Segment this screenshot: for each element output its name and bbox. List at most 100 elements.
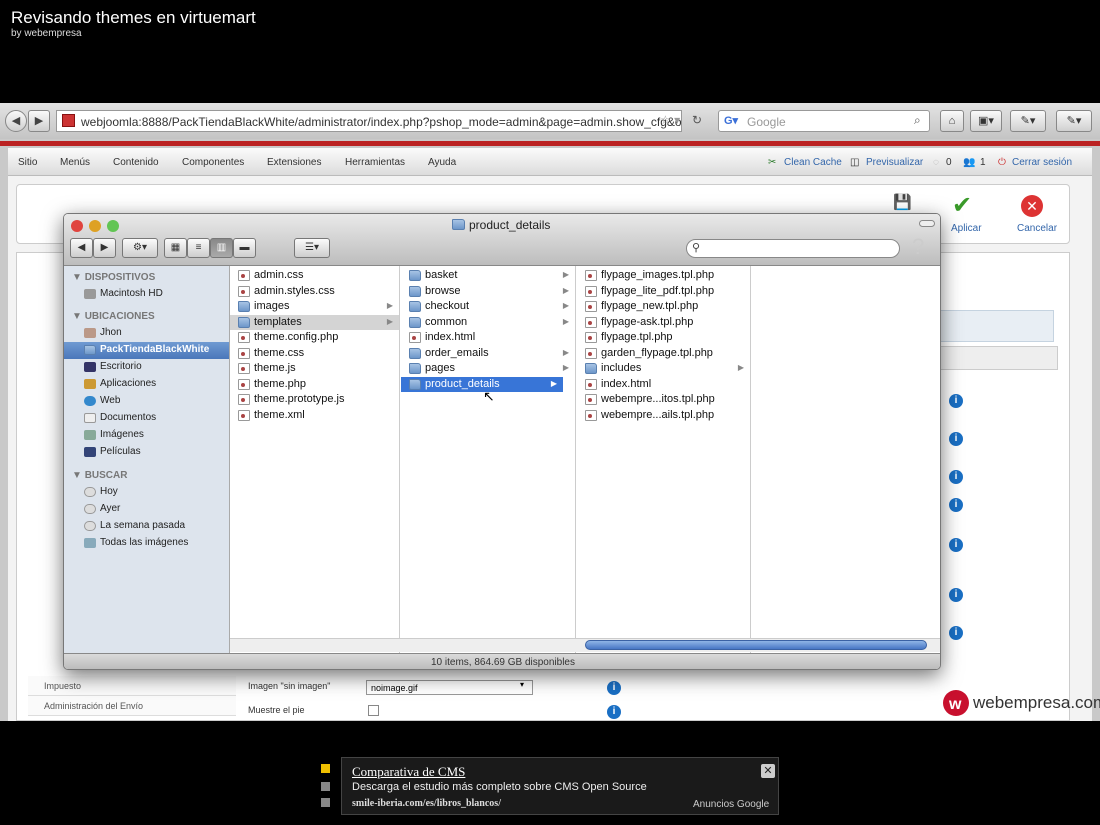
file-item[interactable]: webempre...ails.tpl.php bbox=[577, 408, 750, 424]
ad-title[interactable]: Comparativa de CMS bbox=[352, 764, 465, 780]
home-icon[interactable]: ⌂ bbox=[940, 110, 964, 132]
logout-link[interactable]: Cerrar sesión bbox=[1012, 157, 1072, 168]
file-item[interactable]: flypage-ask.tpl.php bbox=[577, 315, 750, 331]
zoom-icon[interactable] bbox=[107, 220, 119, 232]
preview-link[interactable]: Previsualizar bbox=[866, 157, 923, 168]
sidebar-item-aplicaciones[interactable]: Aplicaciones bbox=[64, 376, 229, 393]
info-icon[interactable]: i bbox=[949, 538, 963, 552]
info-icon[interactable]: i bbox=[949, 588, 963, 602]
back-icon[interactable]: ◀ bbox=[5, 110, 27, 132]
addon-icon[interactable]: ✎▾ bbox=[1010, 110, 1046, 132]
sidebar-item-documentos[interactable]: Documentos bbox=[64, 410, 229, 427]
screenshot-icon[interactable]: ▣▾ bbox=[970, 110, 1002, 132]
file-item[interactable]: index.html bbox=[577, 377, 750, 393]
info-icon[interactable]: i bbox=[949, 394, 963, 408]
sidebar-item-web[interactable]: Web bbox=[64, 393, 229, 410]
file-item[interactable]: theme.prototype.js bbox=[230, 392, 399, 408]
info-icon[interactable]: i bbox=[949, 470, 963, 484]
horizontal-scrollbar-thumb[interactable] bbox=[585, 640, 927, 650]
folder-item[interactable]: browse ▶ bbox=[401, 284, 575, 300]
file-item[interactable]: flypage_new.tpl.php bbox=[577, 299, 750, 315]
list-view-icon[interactable]: ≡ bbox=[187, 238, 210, 258]
folder-item[interactable]: order_emails ▶ bbox=[401, 346, 575, 362]
sidebar-item-peliculas[interactable]: Películas bbox=[64, 444, 229, 461]
file-item[interactable]: theme.css bbox=[230, 346, 399, 362]
folder-item[interactable]: templates ▶ bbox=[230, 314, 399, 330]
toolbar-toggle-icon[interactable] bbox=[919, 220, 935, 227]
info-icon[interactable]: i bbox=[607, 705, 621, 719]
forward-icon[interactable]: ▶ bbox=[28, 110, 50, 132]
search-input[interactable]: ⚲ bbox=[686, 239, 900, 258]
file-item[interactable]: webempre...itos.tpl.php bbox=[577, 392, 750, 408]
file-item[interactable]: admin.styles.css bbox=[230, 284, 399, 300]
minimize-icon[interactable] bbox=[89, 220, 101, 232]
sidebar-item-hoy[interactable]: Hoy bbox=[64, 484, 229, 501]
back-icon[interactable]: ◀ bbox=[70, 238, 93, 258]
close-icon[interactable]: ✕ bbox=[761, 764, 775, 778]
noimage-select[interactable]: noimage.gif bbox=[366, 680, 533, 695]
sidebar-item-impuesto[interactable]: Impuesto bbox=[28, 676, 236, 696]
save-icon[interactable]: 💾 bbox=[893, 193, 912, 211]
sidebar-item-jhon[interactable]: Jhon bbox=[64, 325, 229, 342]
footer-checkbox[interactable] bbox=[368, 705, 379, 716]
menu-contenido[interactable]: Contenido bbox=[113, 157, 159, 168]
menu-menus[interactable]: Menús bbox=[60, 157, 90, 168]
file-item[interactable]: flypage.tpl.php bbox=[577, 330, 750, 346]
folder-item[interactable]: common ▶ bbox=[401, 315, 575, 331]
folder-item-selected[interactable]: product_details ▶ bbox=[401, 376, 563, 392]
ad-page-dot-active[interactable] bbox=[321, 764, 330, 773]
bookmark-star-icon[interactable]: ☆ ▾ bbox=[660, 113, 680, 127]
menu-herramientas[interactable]: Herramientas bbox=[345, 157, 405, 168]
file-item[interactable]: flypage_lite_pdf.tpl.php bbox=[577, 284, 750, 300]
menu-sitio[interactable]: Sitio bbox=[18, 157, 37, 168]
apply-button[interactable]: Aplicar bbox=[951, 223, 982, 234]
search-input[interactable]: Google bbox=[718, 110, 930, 132]
clean-cache-link[interactable]: Clean Cache bbox=[784, 157, 842, 168]
coverflow-icon[interactable]: ▬ bbox=[233, 238, 256, 258]
menu-componentes[interactable]: Componentes bbox=[182, 157, 244, 168]
sidebar-item-todas-imagenes[interactable]: Todas las imágenes bbox=[64, 535, 229, 552]
file-item[interactable]: admin.css bbox=[230, 268, 399, 284]
google-icon[interactable]: G▾ bbox=[724, 114, 738, 127]
icon-view-icon[interactable]: ▦ bbox=[164, 238, 187, 258]
sidebar-item-envio[interactable]: Administración del Envío bbox=[28, 696, 236, 716]
folder-item[interactable]: basket ▶ bbox=[401, 268, 575, 284]
search-icon[interactable]: ⌕ bbox=[914, 113, 921, 128]
address-bar[interactable]: webjoomla:8888/PackTiendaBlackWhite/admi… bbox=[56, 110, 682, 132]
folder-item[interactable]: includes ▶ bbox=[577, 361, 750, 377]
sidebar-item-imagenes[interactable]: Imágenes bbox=[64, 427, 229, 444]
info-icon[interactable]: i bbox=[949, 432, 963, 446]
folder-item[interactable]: images ▶ bbox=[230, 299, 399, 315]
file-item[interactable]: garden_flypage.tpl.php bbox=[577, 346, 750, 362]
ad-page-dot[interactable] bbox=[321, 798, 330, 807]
folder-item[interactable]: pages ▶ bbox=[401, 361, 575, 377]
column-view-icon[interactable]: ▥ bbox=[210, 238, 233, 258]
apply-icon[interactable]: ✔ bbox=[952, 191, 972, 220]
file-item[interactable]: index.html bbox=[401, 330, 575, 346]
info-icon[interactable]: i bbox=[949, 626, 963, 640]
menu-extensiones[interactable]: Extensiones bbox=[267, 157, 321, 168]
file-item[interactable]: flypage_images.tpl.php bbox=[577, 268, 750, 284]
sidebar-item-packtienda[interactable]: PackTiendaBlackWhite bbox=[64, 342, 229, 359]
menu-ayuda[interactable]: Ayuda bbox=[428, 157, 456, 168]
ad-page-dot[interactable] bbox=[321, 782, 330, 791]
cancel-button[interactable]: Cancelar bbox=[1017, 223, 1057, 234]
file-item[interactable]: theme.config.php bbox=[230, 330, 399, 346]
folder-item[interactable]: checkout ▶ bbox=[401, 299, 575, 315]
cancel-icon[interactable]: ✕ bbox=[1021, 195, 1043, 217]
sidebar-item-ayer[interactable]: Ayer bbox=[64, 501, 229, 518]
menu-icon[interactable]: ✎▾ bbox=[1056, 110, 1092, 132]
file-item[interactable]: theme.xml bbox=[230, 408, 399, 424]
forward-icon[interactable]: ▶ bbox=[93, 238, 116, 258]
ad-url[interactable]: smile-iberia.com/es/libros_blancos/ bbox=[352, 798, 501, 809]
sidebar-item-semana[interactable]: La semana pasada bbox=[64, 518, 229, 535]
help-icon[interactable]: ? bbox=[912, 234, 924, 260]
sidebar-item-macintosh-hd[interactable]: Macintosh HD bbox=[64, 286, 229, 303]
sidebar-item-escritorio[interactable]: Escritorio bbox=[64, 359, 229, 376]
file-item[interactable]: theme.js bbox=[230, 361, 399, 377]
info-icon[interactable]: i bbox=[607, 681, 621, 695]
gear-icon[interactable]: ⚙▾ bbox=[122, 238, 158, 258]
reload-icon[interactable]: ↻ bbox=[692, 113, 702, 127]
file-item[interactable]: theme.php bbox=[230, 377, 399, 393]
info-icon[interactable]: i bbox=[949, 498, 963, 512]
